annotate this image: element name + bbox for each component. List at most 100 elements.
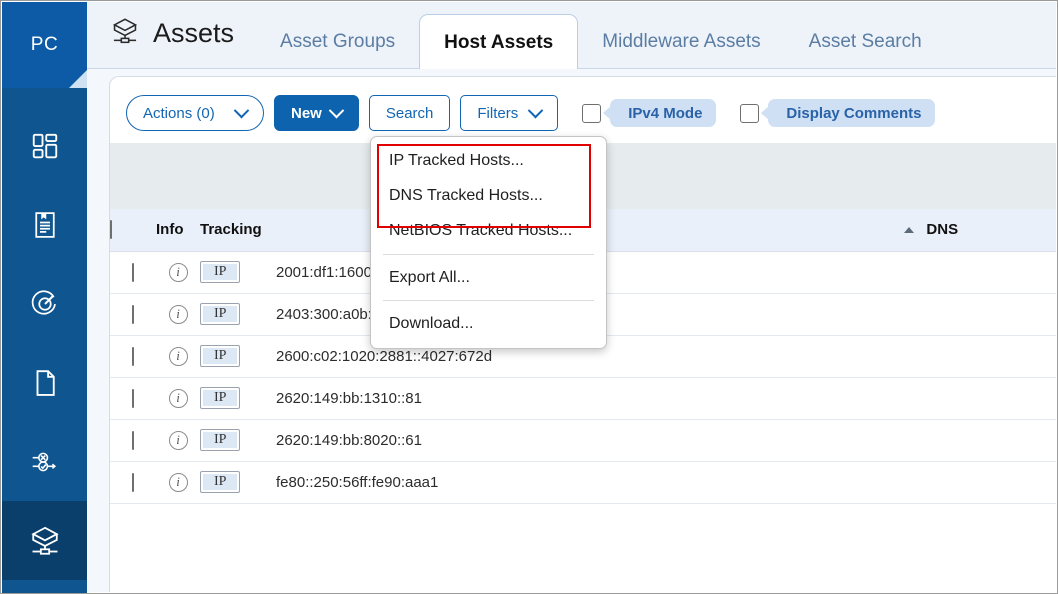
dashboard-grid-icon bbox=[30, 131, 60, 161]
row-select-cell bbox=[110, 377, 156, 419]
info-icon[interactable]: i bbox=[169, 305, 188, 324]
row-info-cell: i bbox=[156, 377, 200, 419]
sidebar-item-dashboard[interactable] bbox=[2, 106, 87, 185]
actions-button[interactable]: Actions (0) bbox=[126, 95, 264, 131]
radar-gauge-icon bbox=[30, 289, 60, 319]
row-tracking-cell: IP bbox=[200, 377, 266, 419]
table-row[interactable]: i IP 2620:149:bb:8020::61 bbox=[110, 419, 1056, 461]
sidebar-item-policies[interactable] bbox=[2, 343, 87, 422]
new-button-label: New bbox=[291, 105, 322, 122]
ipv4-mode-label[interactable]: IPv4 Mode bbox=[610, 99, 716, 127]
row-tracking-cell: IP bbox=[200, 335, 266, 377]
tab-asset-search[interactable]: Asset Search bbox=[785, 32, 946, 68]
table-row[interactable]: i IP fe80::250:56ff:fe90:aaa1 bbox=[110, 461, 1056, 503]
row-dns-cell bbox=[904, 377, 1056, 419]
row-address-cell: 2620:149:bb:8020::61 bbox=[266, 419, 904, 461]
tab-asset-groups[interactable]: Asset Groups bbox=[256, 32, 419, 68]
menu-item-download[interactable]: Download... bbox=[371, 306, 606, 341]
info-icon[interactable]: i bbox=[169, 473, 188, 492]
menu-item-ip-tracked-hosts[interactable]: IP Tracked Hosts... bbox=[371, 143, 606, 178]
page-document-icon bbox=[30, 368, 60, 398]
tracking-badge: IP bbox=[200, 261, 240, 283]
sort-ascending-icon bbox=[904, 227, 914, 233]
row-checkbox[interactable] bbox=[132, 305, 134, 324]
tab-middleware-assets[interactable]: Middleware Assets bbox=[578, 32, 784, 68]
column-header-dns[interactable]: DNS bbox=[904, 209, 1056, 251]
tracking-badge: IP bbox=[200, 471, 240, 493]
display-comments-label[interactable]: Display Comments bbox=[768, 99, 935, 127]
row-tracking-cell: IP bbox=[200, 419, 266, 461]
row-select-cell bbox=[110, 419, 156, 461]
assets-cube-icon bbox=[27, 523, 63, 559]
brand-corner-triangle-icon bbox=[69, 70, 87, 88]
row-checkbox[interactable] bbox=[132, 389, 134, 408]
search-button-label: Search bbox=[386, 105, 434, 122]
tracking-badge: IP bbox=[200, 345, 240, 367]
row-info-cell: i bbox=[156, 251, 200, 293]
sidebar-item-assets[interactable] bbox=[2, 501, 87, 580]
info-icon[interactable]: i bbox=[169, 263, 188, 282]
table-row[interactable]: i IP 2620:149:bb:1310::81 bbox=[110, 377, 1056, 419]
row-checkbox[interactable] bbox=[132, 431, 134, 450]
menu-separator bbox=[383, 254, 594, 255]
row-info-cell: i bbox=[156, 419, 200, 461]
ipv4-mode-toggle[interactable]: IPv4 Mode bbox=[582, 99, 716, 127]
row-tracking-cell: IP bbox=[200, 461, 266, 503]
info-icon[interactable]: i bbox=[169, 431, 188, 450]
sidebar-item-exceptions[interactable] bbox=[2, 422, 87, 501]
report-document-icon bbox=[30, 210, 60, 240]
row-dns-cell bbox=[904, 251, 1056, 293]
select-all-header bbox=[110, 209, 156, 251]
search-button[interactable]: Search bbox=[369, 95, 451, 131]
menu-item-dns-tracked-hosts[interactable]: DNS Tracked Hosts... bbox=[371, 178, 606, 213]
row-select-cell bbox=[110, 461, 156, 503]
row-checkbox[interactable] bbox=[132, 473, 134, 492]
menu-item-netbios-tracked-hosts[interactable]: NetBIOS Tracked Hosts... bbox=[371, 213, 606, 248]
tab-host-assets[interactable]: Host Assets bbox=[419, 14, 578, 69]
tracking-badge: IP bbox=[200, 429, 240, 451]
sidebar-item-reports[interactable] bbox=[2, 185, 87, 264]
sidebar-nav bbox=[2, 88, 87, 594]
display-comments-checkbox[interactable] bbox=[740, 104, 759, 123]
chevron-down-icon bbox=[234, 102, 250, 118]
column-header-info[interactable]: Info bbox=[156, 209, 200, 251]
row-info-cell: i bbox=[156, 461, 200, 503]
tracking-badge: IP bbox=[200, 303, 240, 325]
page-title-group: Assets bbox=[87, 15, 234, 68]
row-select-cell bbox=[110, 251, 156, 293]
row-select-cell bbox=[110, 335, 156, 377]
tracking-badge: IP bbox=[200, 387, 240, 409]
row-checkbox[interactable] bbox=[132, 347, 134, 366]
row-info-cell: i bbox=[156, 293, 200, 335]
display-comments-toggle[interactable]: Display Comments bbox=[740, 99, 935, 127]
actions-button-label: Actions (0) bbox=[143, 105, 215, 122]
row-select-cell bbox=[110, 293, 156, 335]
filters-button-label: Filters bbox=[477, 105, 518, 122]
chevron-down-icon bbox=[528, 102, 544, 118]
tab-strip: Assets Asset Groups Host Assets Middlewa… bbox=[87, 2, 1056, 69]
info-icon[interactable]: i bbox=[169, 389, 188, 408]
assets-cube-icon bbox=[109, 15, 141, 52]
row-address-cell: 2620:149:bb:1310::81 bbox=[266, 377, 904, 419]
row-tracking-cell: IP bbox=[200, 251, 266, 293]
new-button[interactable]: New bbox=[274, 95, 359, 131]
row-info-cell: i bbox=[156, 335, 200, 377]
row-dns-cell bbox=[904, 461, 1056, 503]
column-header-dns-label: DNS bbox=[926, 221, 958, 238]
sidebar-item-scans[interactable] bbox=[2, 264, 87, 343]
main-region: Assets Asset Groups Host Assets Middlewa… bbox=[87, 2, 1056, 592]
row-dns-cell bbox=[904, 419, 1056, 461]
brand-logo[interactable]: PC bbox=[2, 2, 87, 88]
column-header-tracking[interactable]: Tracking bbox=[200, 209, 266, 251]
info-icon[interactable]: i bbox=[169, 347, 188, 366]
row-checkbox[interactable] bbox=[132, 263, 134, 282]
menu-separator bbox=[383, 300, 594, 301]
select-all-checkbox[interactable] bbox=[110, 220, 112, 239]
page-title: Assets bbox=[153, 18, 234, 49]
new-dropdown-menu[interactable]: IP Tracked Hosts... DNS Tracked Hosts...… bbox=[370, 136, 607, 349]
row-tracking-cell: IP bbox=[200, 293, 266, 335]
brand-label: PC bbox=[31, 34, 58, 56]
menu-item-export-all[interactable]: Export All... bbox=[371, 260, 606, 295]
filters-button[interactable]: Filters bbox=[460, 95, 558, 131]
ipv4-mode-checkbox[interactable] bbox=[582, 104, 601, 123]
